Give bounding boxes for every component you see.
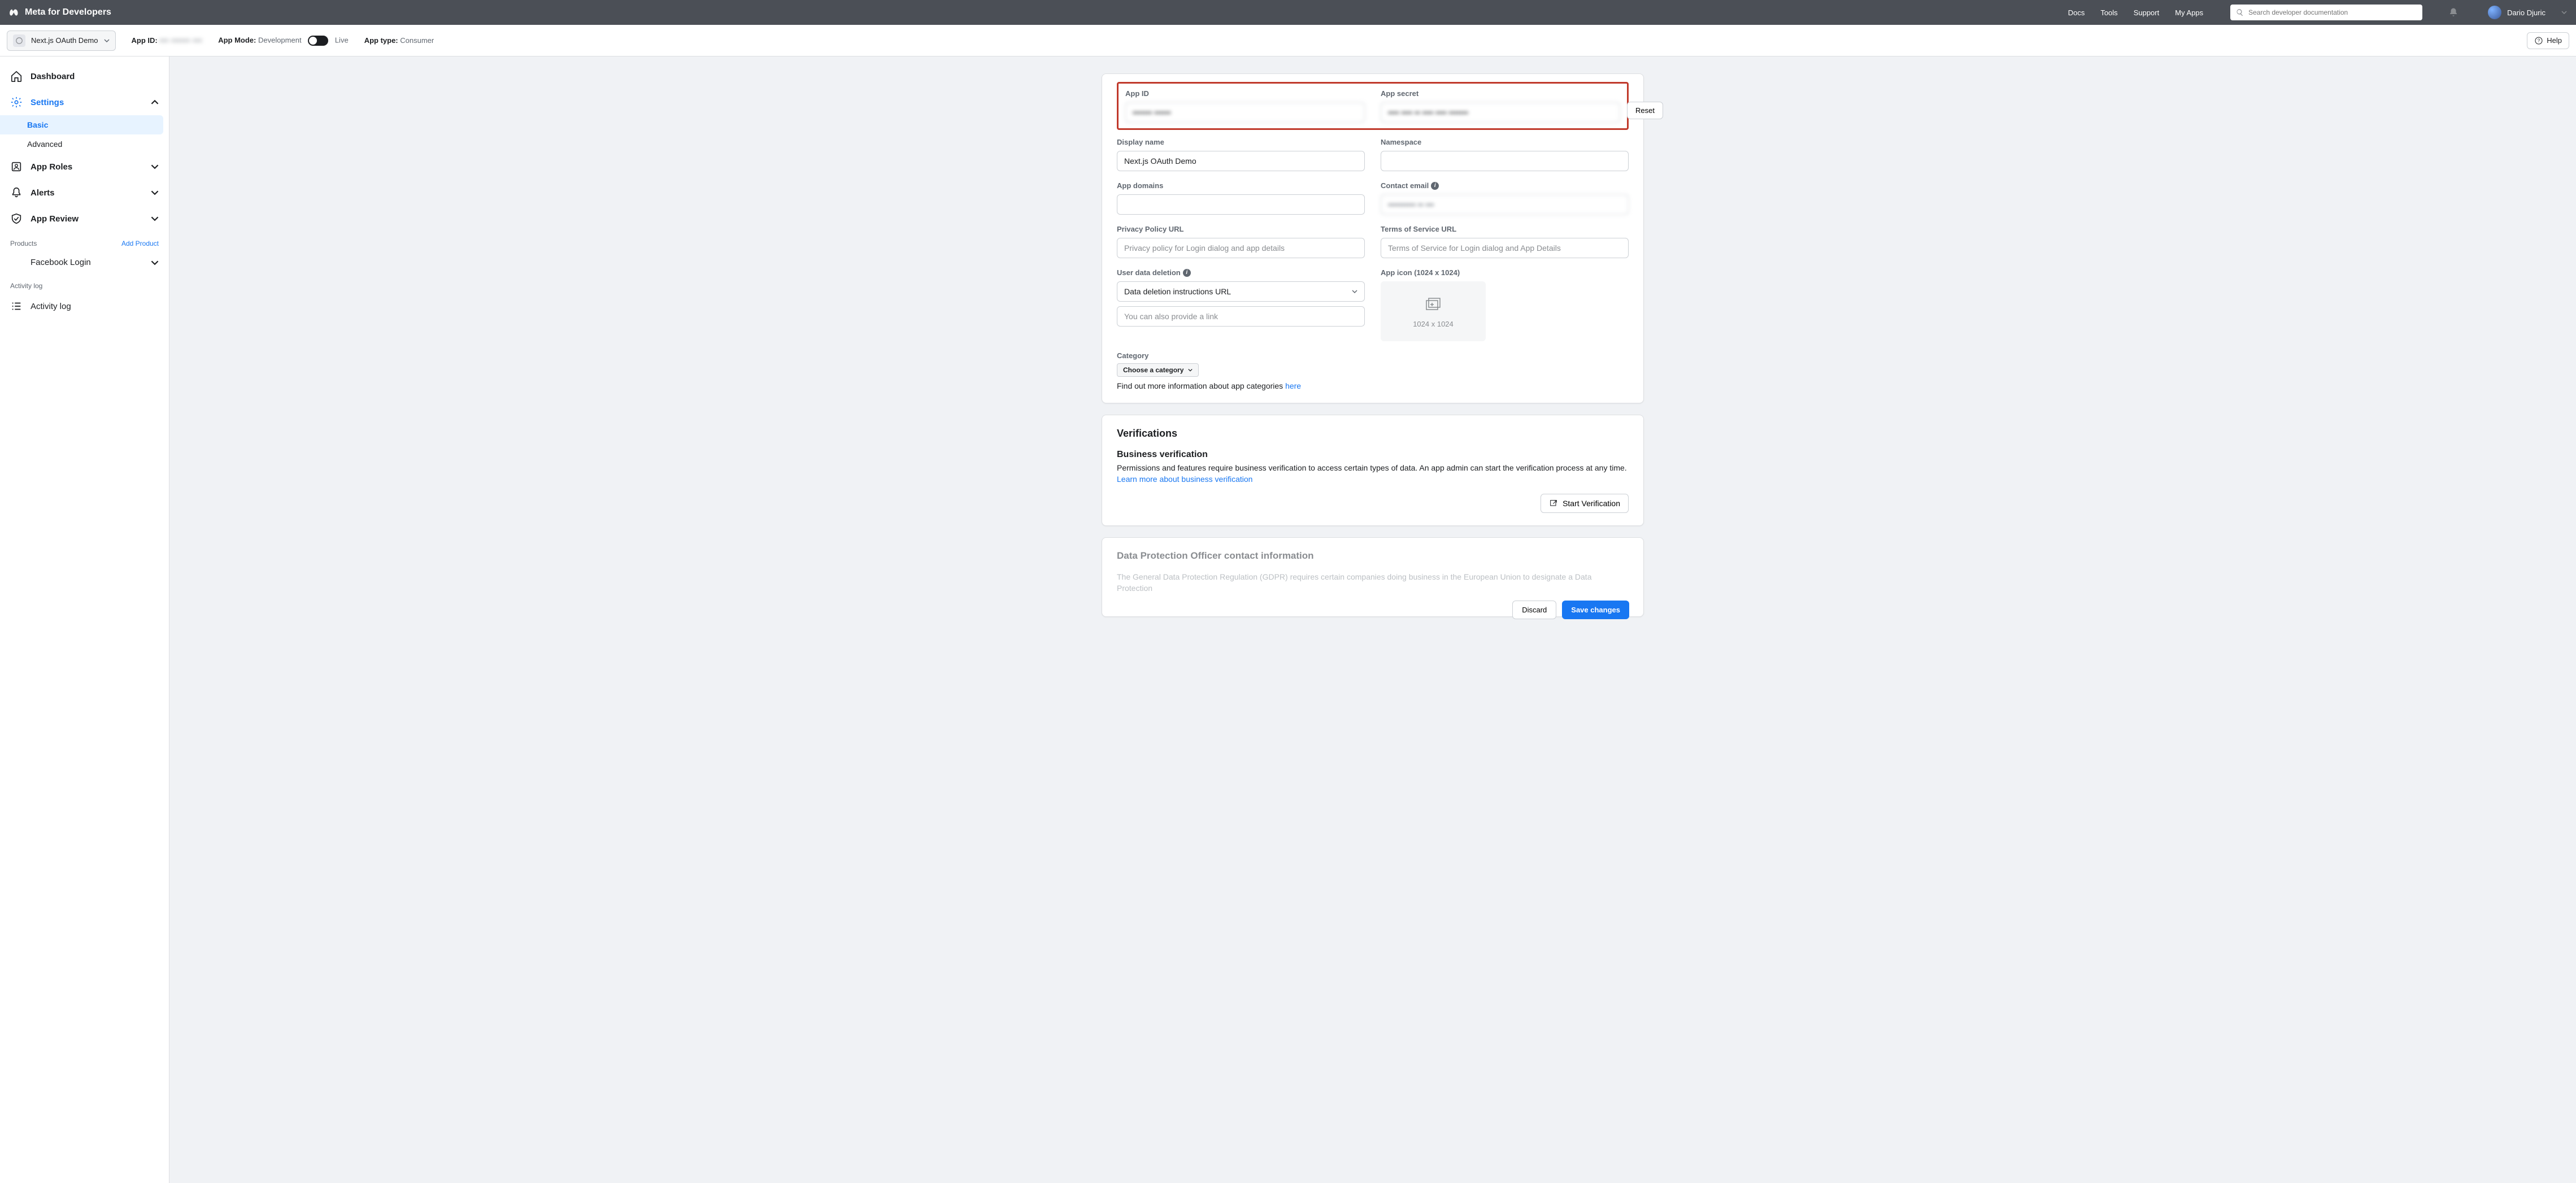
brand-text: Meta for Developers — [25, 7, 111, 18]
category-learn-more-link[interactable]: here — [1285, 381, 1301, 390]
input-udd-link[interactable] — [1117, 306, 1365, 327]
nav-tools[interactable]: Tools — [2100, 8, 2117, 17]
mode-toggle[interactable] — [308, 36, 328, 46]
chevron-down-icon — [1352, 289, 1357, 294]
app-mode-display: App Mode: Development Live — [218, 36, 349, 46]
topbar: Meta for Developers Docs Tools Support M… — [0, 0, 2576, 25]
app-selector-name: Next.js OAuth Demo — [31, 36, 98, 45]
brand-logo[interactable]: Meta for Developers — [9, 7, 111, 18]
gear-icon — [10, 96, 23, 108]
chevron-down-icon — [151, 259, 159, 267]
discard-button[interactable]: Discard — [1512, 601, 1556, 619]
field-namespace: Namespace — [1381, 138, 1629, 171]
input-display-name[interactable] — [1117, 151, 1365, 171]
verifications-panel: Verifications Business verification Perm… — [1102, 415, 1644, 526]
settings-panel: App ID App secret Reset Display name — [1102, 73, 1644, 403]
sidebar-item-facebook-login[interactable]: Facebook Login — [0, 251, 169, 274]
app-selector[interactable]: Next.js OAuth Demo — [7, 31, 116, 51]
app-id-display: App ID: ••• •••••• ••• — [132, 36, 203, 45]
chevron-down-icon — [151, 163, 159, 171]
biz-verification-title: Business verification — [1117, 450, 1629, 460]
sidebar-item-dashboard[interactable]: Dashboard — [0, 63, 169, 89]
field-display-name: Display name — [1117, 138, 1365, 171]
app-type-display: App type: Consumer — [364, 36, 434, 45]
sidebar-subitem-advanced[interactable]: Advanced — [0, 134, 169, 154]
bottom-action-bar: Discard Save changes — [1512, 601, 1629, 619]
start-verification-button[interactable]: Start Verification — [1541, 494, 1629, 513]
field-app-icon: App icon (1024 x 1024) 1024 x 1024 — [1381, 268, 1629, 341]
input-privacy-url[interactable] — [1117, 238, 1365, 258]
input-app-id[interactable] — [1125, 102, 1365, 123]
category-select[interactable]: Choose a category — [1117, 363, 1199, 377]
field-privacy-url: Privacy Policy URL — [1117, 225, 1365, 258]
input-app-domains[interactable] — [1117, 194, 1365, 215]
sidebar-item-app-review[interactable]: App Review — [0, 206, 169, 232]
field-contact-email: Contact emaili — [1381, 181, 1629, 215]
help-icon: ? — [2534, 36, 2543, 45]
user-menu[interactable]: Dario Djuric — [2488, 6, 2567, 19]
input-contact-email[interactable] — [1381, 194, 1629, 215]
field-app-domains: App domains — [1117, 181, 1365, 215]
main-content: App ID App secret Reset Display name — [169, 56, 2576, 1183]
select-udd[interactable]: Data deletion instructions URL — [1117, 281, 1365, 302]
info-icon: i — [1431, 182, 1439, 190]
list-icon — [10, 300, 23, 312]
input-app-secret[interactable] — [1381, 102, 1620, 123]
credentials-highlight: App ID App secret Reset — [1117, 82, 1629, 130]
input-tos-url[interactable] — [1381, 238, 1629, 258]
sidebar-item-activity-log[interactable]: Activity log — [0, 293, 169, 319]
verifications-title: Verifications — [1117, 428, 1629, 440]
field-app-secret: App secret — [1381, 89, 1620, 123]
nav-docs[interactable]: Docs — [2068, 8, 2085, 17]
sidebar-item-app-roles[interactable]: App Roles — [0, 154, 169, 180]
app-header: Next.js OAuth Demo App ID: ••• •••••• ••… — [0, 25, 2576, 56]
avatar — [2488, 6, 2501, 19]
app-icon-upload[interactable]: 1024 x 1024 — [1381, 281, 1486, 341]
biz-verification-link[interactable]: Learn more about business verification — [1117, 475, 1252, 484]
bell-icon[interactable] — [2448, 7, 2458, 18]
field-tos-url: Terms of Service URL — [1381, 225, 1629, 258]
reset-button[interactable]: Reset — [1627, 102, 1663, 119]
nav-myapps[interactable]: My Apps — [2175, 8, 2203, 17]
meta-icon — [9, 7, 20, 18]
external-icon — [1549, 499, 1558, 508]
dpo-desc: The General Data Protection Regulation (… — [1117, 572, 1629, 594]
home-icon — [10, 70, 23, 82]
add-product-link[interactable]: Add Product — [121, 240, 159, 247]
save-button[interactable]: Save changes — [1562, 601, 1629, 619]
chevron-down-icon — [151, 215, 159, 223]
bell-icon — [10, 186, 23, 199]
shield-icon — [10, 212, 23, 225]
sidebar-item-alerts[interactable]: Alerts — [0, 180, 169, 206]
input-namespace[interactable] — [1381, 151, 1629, 171]
sidebar: Dashboard Settings Basic Advanced App Ro… — [0, 56, 169, 1183]
field-user-data-deletion: User data deletioni Data deletion instru… — [1117, 268, 1365, 341]
chevron-down-icon — [2561, 10, 2567, 15]
image-upload-icon — [1423, 295, 1443, 315]
dpo-title: Data Protection Officer contact informat… — [1117, 550, 1629, 562]
chevron-down-icon — [151, 189, 159, 197]
help-button[interactable]: ? Help — [2527, 32, 2569, 49]
search-input[interactable] — [2248, 8, 2417, 16]
sidebar-products-label: Products Add Product — [0, 232, 169, 251]
svg-text:?: ? — [2538, 38, 2540, 43]
info-icon: i — [1183, 269, 1191, 277]
search-icon — [2236, 8, 2244, 16]
app-icon — [13, 34, 25, 47]
field-app-id: App ID — [1125, 89, 1365, 123]
chevron-up-icon — [151, 98, 159, 106]
biz-verification-desc: Permissions and features require busines… — [1117, 463, 1629, 472]
search-box[interactable] — [2230, 5, 2422, 20]
roles-icon — [10, 160, 23, 173]
sidebar-activitylog-label: Activity log — [0, 274, 169, 293]
chevron-down-icon — [104, 38, 110, 44]
sidebar-item-settings[interactable]: Settings — [0, 89, 169, 115]
sidebar-subitem-basic[interactable]: Basic — [0, 115, 163, 134]
category-section: Category Choose a category Find out more… — [1117, 351, 1629, 390]
category-description: Find out more information about app cate… — [1117, 381, 1629, 390]
username: Dario Djuric — [2507, 8, 2545, 17]
nav-support[interactable]: Support — [2134, 8, 2160, 17]
chevron-down-icon — [1188, 368, 1193, 372]
topbar-nav: Docs Tools Support My Apps Dario Djuric — [2068, 5, 2567, 20]
